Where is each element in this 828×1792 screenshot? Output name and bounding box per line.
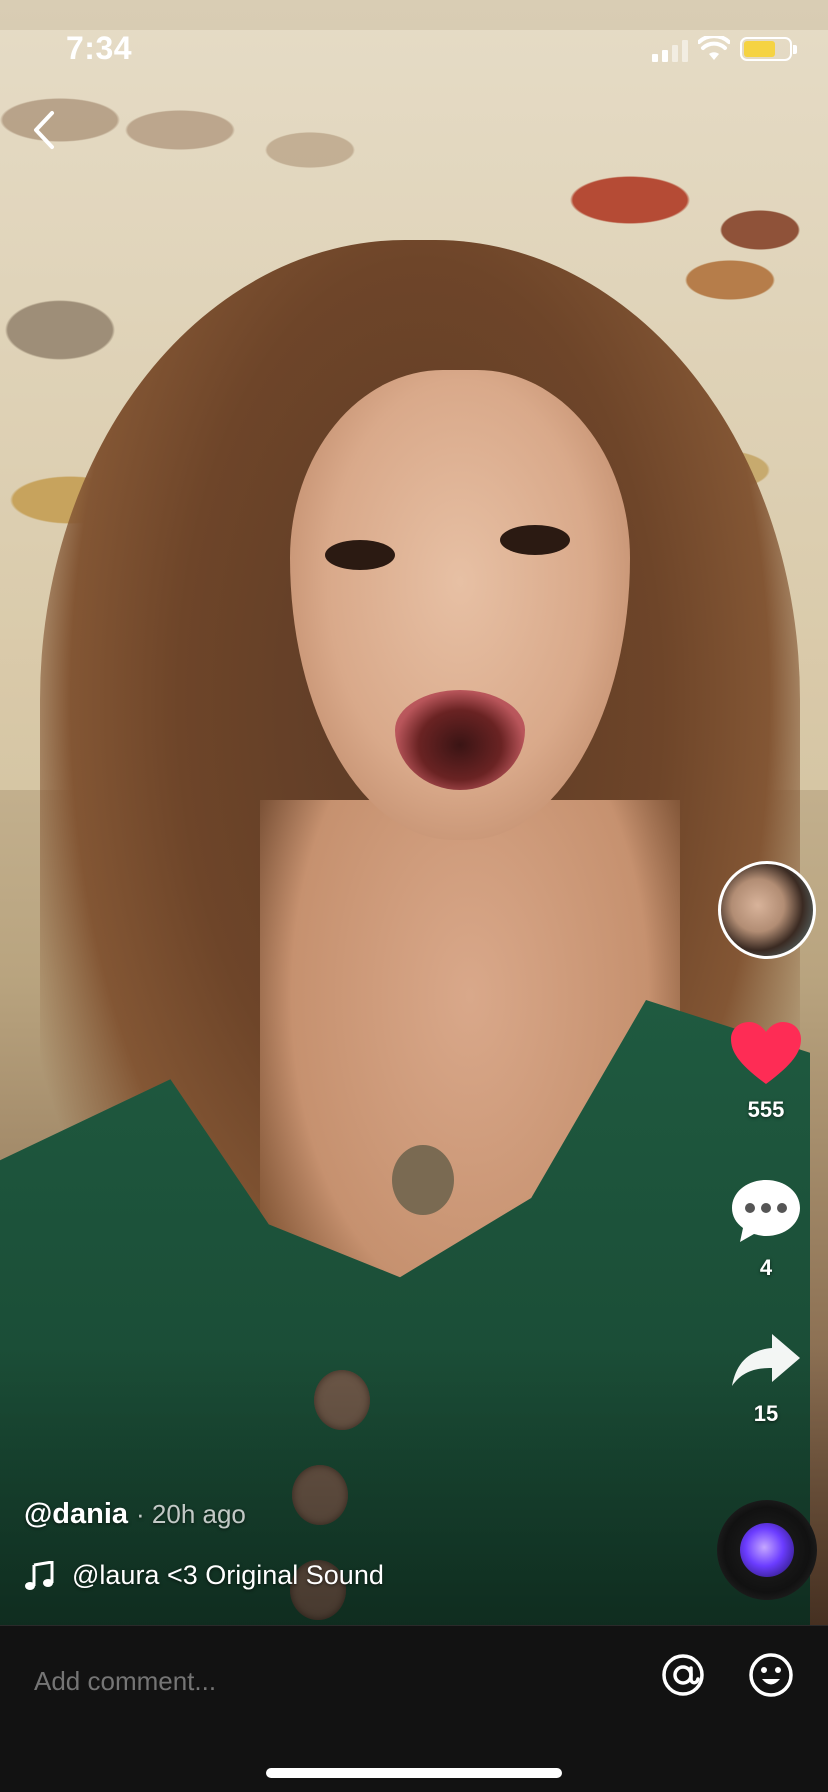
- heart-icon: [731, 1022, 801, 1084]
- sound-title: @laura <3 Original Sound: [72, 1560, 384, 1590]
- comment-bubble-icon: [732, 1180, 800, 1242]
- comment-button[interactable]: 4: [716, 1178, 816, 1281]
- cellular-signal-icon: [652, 40, 692, 62]
- sound-disc-button[interactable]: [717, 1500, 817, 1600]
- comment-bar: [0, 1625, 828, 1792]
- video-subject-eye-left: [325, 540, 395, 570]
- video-player[interactable]: [0, 0, 828, 1625]
- back-button[interactable]: [22, 105, 72, 155]
- wifi-icon: [698, 36, 730, 60]
- status-bar: 7:34: [0, 0, 828, 100]
- battery-charging-icon: [740, 37, 797, 61]
- like-count: 555: [747, 1097, 785, 1122]
- sound-link[interactable]: @laura <3 Original Sound: [24, 1560, 384, 1591]
- like-button[interactable]: 555: [716, 1020, 816, 1123]
- home-indicator: [266, 1768, 562, 1778]
- video-subject-eye-right: [500, 525, 570, 555]
- share-arrow-icon: [732, 1334, 800, 1386]
- emoji-smile-icon[interactable]: [748, 1652, 794, 1698]
- at-mention-icon[interactable]: [660, 1652, 706, 1698]
- username-link[interactable]: @dania: [24, 1498, 128, 1530]
- chevron-left-icon: [34, 111, 54, 149]
- share-count: 15: [753, 1401, 779, 1426]
- sound-cover-image: [740, 1523, 794, 1577]
- share-button[interactable]: 15: [716, 1330, 816, 1427]
- post-time-ago: · 20h ago: [136, 1499, 246, 1529]
- video-subject-pendant: [392, 1145, 454, 1215]
- music-note-icon: [25, 1560, 54, 1590]
- comment-input[interactable]: [34, 1656, 594, 1706]
- comment-count: 4: [759, 1255, 773, 1280]
- status-time: 7:34: [66, 30, 133, 66]
- post-caption: @dania · 20h ago: [24, 1498, 246, 1531]
- creator-avatar[interactable]: [718, 861, 816, 959]
